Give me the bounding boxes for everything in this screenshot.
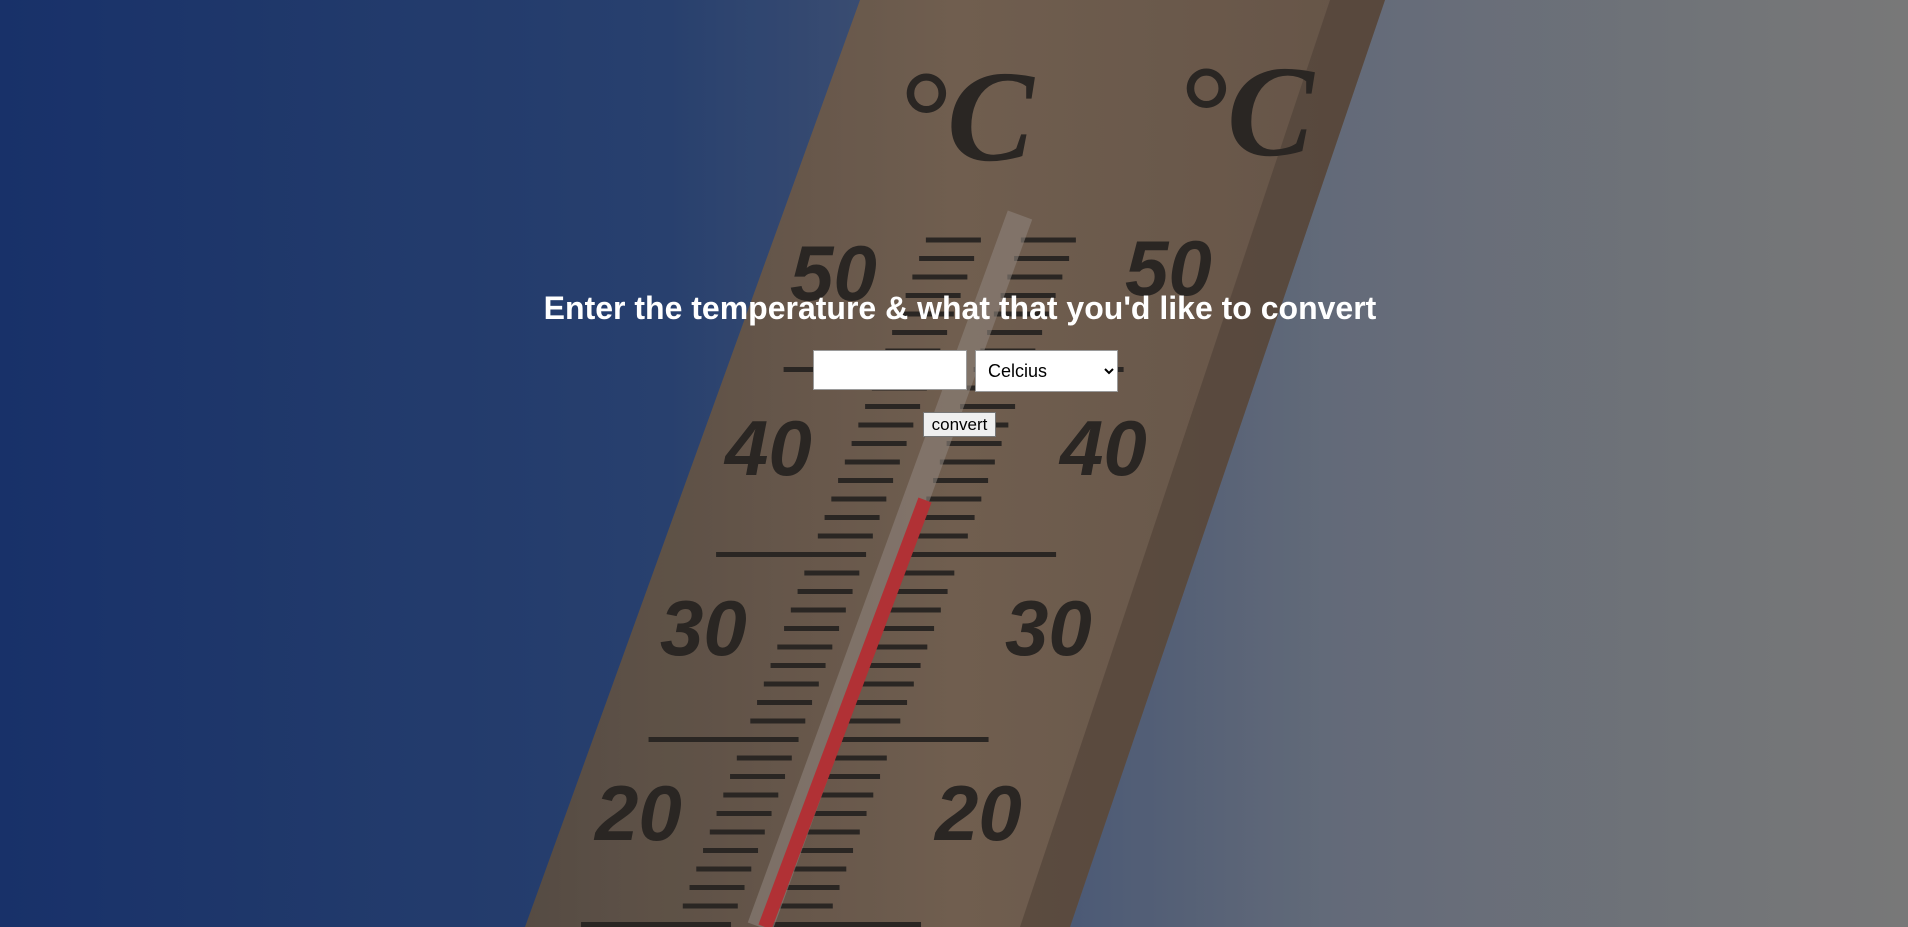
page-title: Enter the temperature & what that you'd … [543, 290, 1377, 326]
converter-panel: Enter the temperature & what that you'd … [0, 0, 1908, 927]
temperature-input[interactable] [813, 350, 967, 390]
unit-select[interactable]: Celcius [975, 350, 1118, 392]
converter-form: Celcius [813, 350, 1118, 392]
convert-button[interactable]: convert [923, 412, 996, 437]
